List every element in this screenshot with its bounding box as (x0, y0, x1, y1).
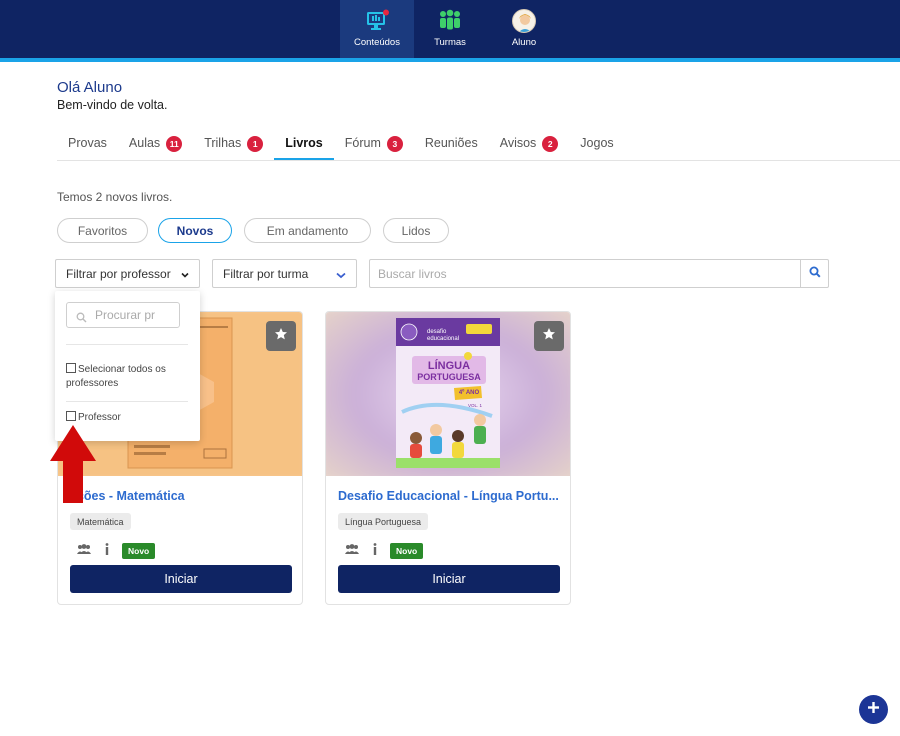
search-button[interactable] (800, 260, 828, 287)
greeting-title: Olá Aluno (57, 79, 123, 96)
arrow-up-icon (50, 425, 96, 503)
avatar (512, 9, 536, 33)
select-all-checkbox[interactable] (66, 363, 76, 373)
start-button[interactable]: Iniciar (70, 565, 292, 593)
users-icon[interactable] (344, 542, 360, 560)
tab-label: Reuniões (424, 136, 478, 150)
book-cover[interactable]: desafio educacional LÍNGUA PORTUGUESA 4º… (326, 312, 570, 476)
tab-label: Provas (68, 136, 107, 150)
cover-volume: VOL. 1 (468, 403, 483, 408)
content-tabs: Provas Aulas 11 Trilhas 1 Livros Fórum 3 Re… (57, 128, 625, 160)
turma-filter-select[interactable]: Filtrar por turma (212, 259, 357, 288)
new-badge: Novo (390, 543, 424, 559)
nav-aluno-label: Aluno (511, 37, 537, 48)
nav-aluno[interactable]: Aluno (487, 0, 561, 58)
tab-livros[interactable]: Livros (274, 128, 334, 160)
tab-label: Livros (285, 136, 323, 150)
professor-filter-label: Filtrar por professor (66, 266, 171, 281)
subject-tag: Língua Portuguesa (338, 513, 429, 530)
tab-reunioes[interactable]: Reuniões (414, 128, 489, 160)
nav-turmas-label: Turmas (434, 37, 466, 48)
tab-badge: 3 (386, 136, 403, 152)
people-icon (437, 9, 463, 33)
users-icon[interactable] (76, 542, 92, 560)
tab-provas[interactable]: Provas (57, 128, 118, 160)
professor-filter-select[interactable]: Filtrar por professor (55, 259, 200, 288)
nav-conteudos[interactable]: Conteúdos (340, 0, 414, 58)
card-meta: Novo (76, 542, 156, 560)
cover-title-line1: LÍNGUA (427, 360, 471, 372)
tab-label: Aulas (128, 136, 161, 150)
professor-search-box (66, 302, 180, 328)
books-count-text: Temos 2 novos livros. (57, 190, 173, 204)
professor-option-label: Professor (78, 412, 121, 423)
tab-label: Trilhas (204, 136, 242, 150)
info-icon[interactable] (372, 542, 378, 560)
search-icon (809, 265, 821, 283)
tab-badge: 2 (542, 136, 559, 152)
tab-badge: 11 (166, 136, 183, 152)
nav-conteudos-label: Conteúdos (354, 37, 400, 48)
tab-aulas[interactable]: Aulas 11 (118, 128, 193, 160)
tab-forum[interactable]: Fórum 3 (334, 128, 414, 160)
plus-icon (867, 701, 880, 719)
professor-dropdown: Selecionar todos os professores Professo… (55, 291, 200, 441)
topbar-accent-line (0, 58, 900, 62)
pill-favoritos[interactable]: Favoritos (57, 218, 148, 243)
pill-novos[interactable]: Novos (158, 218, 232, 243)
dropdown-divider (66, 344, 188, 345)
add-button[interactable] (859, 695, 888, 724)
star-icon (274, 327, 288, 346)
turma-filter-label: Filtrar por turma (223, 266, 309, 281)
books-search-input[interactable] (370, 260, 801, 287)
tab-jogos[interactable]: Jogos (569, 128, 624, 160)
star-icon (542, 327, 556, 346)
dropdown-divider (66, 401, 188, 402)
book-card: desafio educacional LÍNGUA PORTUGUESA 4º… (325, 311, 571, 605)
cover-brand: desafio educacional (427, 329, 460, 342)
top-navbar: Conteúdos Turmas Aluno (0, 0, 900, 58)
favorite-button[interactable] (534, 321, 564, 351)
select-all-label: Selecionar todos os professores (66, 364, 166, 389)
start-button[interactable]: Iniciar (338, 565, 560, 593)
tab-badge: 1 (247, 136, 264, 152)
chevron-down-icon (335, 269, 347, 283)
info-icon[interactable] (104, 542, 110, 560)
card-meta: Novo (344, 542, 424, 560)
monitor-icon (364, 9, 390, 33)
tab-label: Jogos (580, 136, 614, 150)
professor-checkbox[interactable] (66, 411, 76, 421)
pill-lidos[interactable]: Lidos (383, 218, 449, 243)
new-badge: Novo (122, 543, 156, 559)
tab-avisos[interactable]: Avisos 2 (489, 128, 570, 160)
pill-em-andamento[interactable]: Em andamento (244, 218, 371, 243)
tab-label: Fórum (344, 136, 381, 150)
professor-option[interactable]: Professor (66, 411, 191, 425)
book-title[interactable]: ações - Matemática (70, 489, 294, 503)
search-icon (76, 310, 87, 328)
tab-trilhas[interactable]: Trilhas 1 (193, 128, 274, 160)
subject-tag: Matemática (70, 513, 131, 530)
nav-turmas[interactable]: Turmas (413, 0, 487, 58)
select-all-professors-option[interactable]: Selecionar todos os professores (66, 363, 191, 391)
professor-search-input[interactable] (95, 303, 177, 327)
greeting-subtitle: Bem-vindo de volta. (57, 98, 168, 112)
book-title[interactable]: Desafio Educacional - Língua Portu... (338, 489, 562, 503)
cover-title-line2: PORTUGUESA (417, 372, 481, 382)
chevron-down-icon (180, 269, 190, 283)
books-search-box (369, 259, 829, 288)
tabs-divider (57, 160, 900, 161)
tab-label: Avisos (499, 136, 537, 150)
favorite-button[interactable] (266, 321, 296, 351)
cover-year: 4º ANO (458, 390, 480, 396)
